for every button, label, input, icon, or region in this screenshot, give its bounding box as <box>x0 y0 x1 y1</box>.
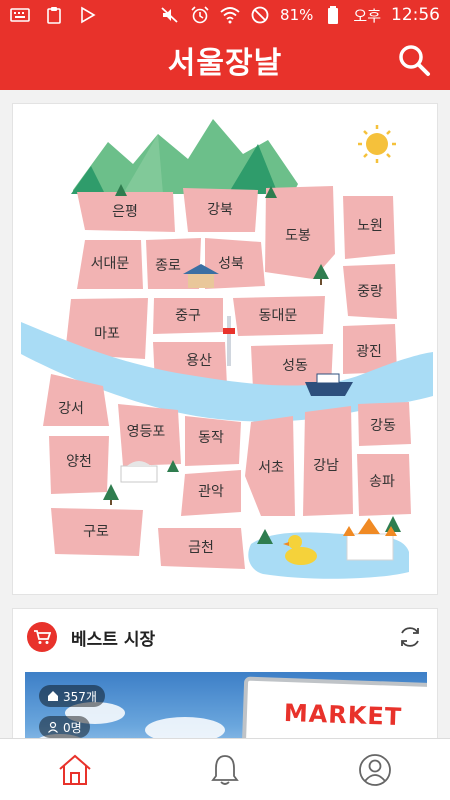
person-small-icon <box>48 721 58 733</box>
home-small-icon <box>48 691 58 701</box>
do-not-disturb-icon <box>250 6 270 24</box>
app-title: 서울장날 <box>167 46 283 81</box>
refresh-button[interactable] <box>397 624 423 650</box>
label-yangcheon: 양천 <box>66 454 92 470</box>
status-bar: 81% 오후 12:56 <box>0 0 450 30</box>
best-markets-title: 베스트 시장 <box>71 629 156 650</box>
label-dongjak: 동작 <box>198 430 224 446</box>
user-icon <box>359 753 391 786</box>
label-seocho: 서초 <box>258 460 284 476</box>
market-sign-text: MARKET <box>283 698 403 732</box>
label-songpa: 송파 <box>369 474 395 490</box>
bell-icon <box>211 754 239 785</box>
nav-home[interactable] <box>0 739 150 800</box>
cart-icon <box>27 622 57 652</box>
search-button[interactable] <box>396 42 432 78</box>
mute-icon <box>160 6 180 24</box>
label-seongbuk: 성북 <box>218 256 244 272</box>
label-junggu: 중구 <box>175 308 201 324</box>
label-gwangjin: 광진 <box>356 344 382 360</box>
best-markets-header: 베스트 시장 <box>13 609 437 665</box>
clipboard-icon <box>44 6 64 24</box>
seoul-map: 은평 강북 도봉 노원 서대문 종로 성북 중랑 마포 중구 동대문 광진 용산… <box>21 119 433 579</box>
label-mapo: 마포 <box>94 326 120 342</box>
visitors-badge: 0명 <box>39 716 90 738</box>
home-icon <box>59 754 91 785</box>
label-jungnang: 중랑 <box>357 284 383 300</box>
nav-profile[interactable] <box>300 739 450 800</box>
label-dongdaemun: 동대문 <box>259 308 298 324</box>
label-guro: 구로 <box>83 524 109 540</box>
play-store-icon <box>78 6 98 24</box>
label-nowon: 노원 <box>357 218 383 234</box>
market-count-badge: 357개 <box>39 685 105 707</box>
label-seongdong: 성동 <box>282 358 308 374</box>
label-yongsan: 용산 <box>186 353 212 369</box>
ampm-text: 오후 <box>353 6 381 25</box>
battery-icon <box>323 6 343 24</box>
nav-notifications[interactable] <box>150 739 300 800</box>
battery-text: 81% <box>280 6 314 24</box>
app-bar: 서울장날 <box>0 30 450 90</box>
best-markets-card: 베스트 시장 MARKET 357개 0명 <box>12 608 438 748</box>
keyboard-icon <box>10 6 30 24</box>
label-yeongdeungpo: 영등포 <box>127 424 166 440</box>
market-count-text: 357개 <box>63 689 97 704</box>
label-eunpyeong: 은평 <box>112 204 138 220</box>
seoul-map-card: 은평 강북 도봉 노원 서대문 종로 성북 중랑 마포 중구 동대문 광진 용산… <box>12 103 438 595</box>
bottom-navigation <box>0 738 450 800</box>
label-geumcheon: 금천 <box>188 540 214 556</box>
label-gangseo: 강서 <box>58 401 84 417</box>
label-dobong: 도봉 <box>285 228 311 244</box>
refresh-icon <box>401 627 419 647</box>
label-gangdong: 강동 <box>370 418 396 434</box>
mountain-illustration <box>71 119 298 194</box>
visitors-text: 0명 <box>63 720 82 735</box>
sun-illustration <box>358 125 396 163</box>
label-seodaemun: 서대문 <box>91 256 130 272</box>
wifi-icon <box>220 6 240 24</box>
label-gangbuk: 강북 <box>207 202 233 218</box>
alarm-icon <box>190 6 210 24</box>
label-jongno: 종로 <box>155 258 181 274</box>
label-gwanak: 관악 <box>198 484 224 500</box>
clock-text: 12:56 <box>391 5 440 25</box>
market-banner[interactable]: MARKET 357개 0명 <box>25 672 427 747</box>
label-gangnam: 강남 <box>313 458 339 474</box>
search-icon <box>399 45 430 76</box>
